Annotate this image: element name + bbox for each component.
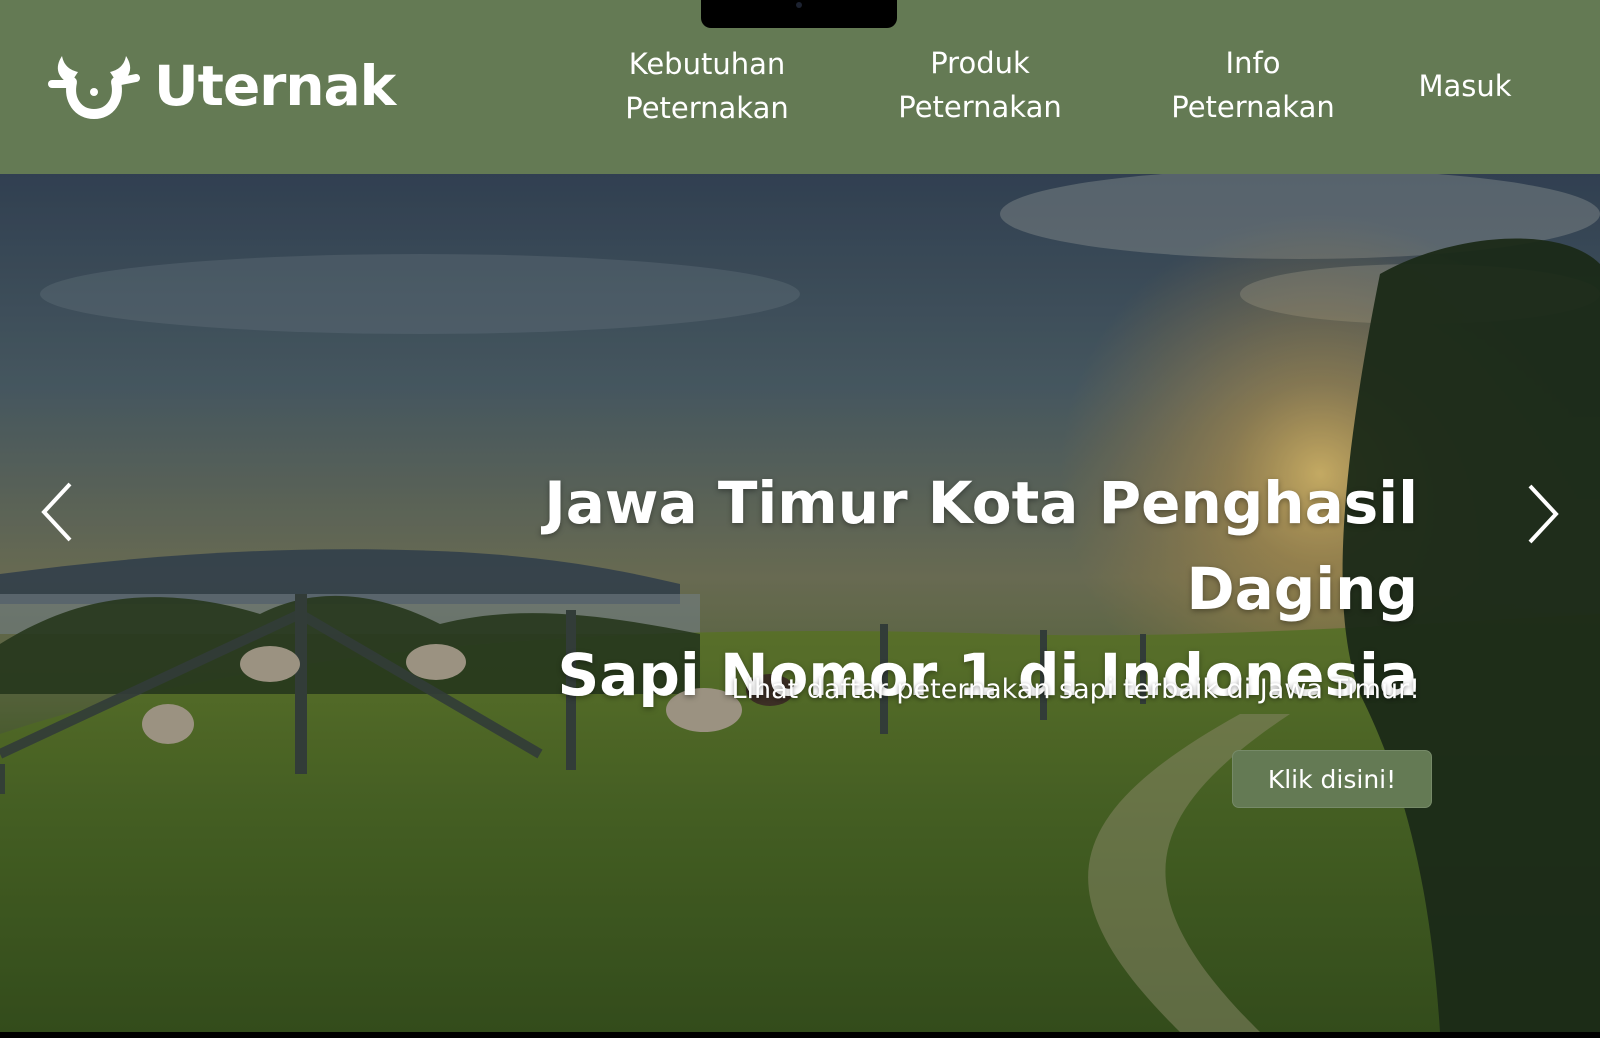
nav-produk-peternakan[interactable]: Produk Peternakan	[883, 41, 1077, 129]
nav-kebutuhan-line1: Kebutuhan	[628, 47, 786, 81]
chevron-left-icon	[41, 482, 72, 542]
brand-name: Uternak	[154, 53, 396, 118]
hero-subtitle: Lihat daftar peternakan sapi terbaik di …	[731, 674, 1420, 705]
carousel-next-button[interactable]	[1522, 482, 1562, 546]
nav-info-line1: Info	[1225, 46, 1281, 80]
hero-title-line1: Jawa Timur Kota Penghasil Daging	[544, 469, 1418, 623]
bull-horns-icon	[48, 56, 140, 120]
nav-info-peternakan[interactable]: Info Peternakan	[1156, 41, 1350, 129]
camera-notch	[701, 0, 897, 28]
chevron-right-icon	[1528, 484, 1559, 544]
carousel-prev-button[interactable]	[38, 480, 78, 544]
nav-info-line2: Peternakan	[1171, 90, 1335, 124]
hero-carousel: Jawa Timur Kota Penghasil Daging Sapi No…	[0, 174, 1600, 1032]
nav-kebutuhan-line2: Peternakan	[625, 91, 789, 125]
top-navbar: Uternak Kebutuhan Peternakan Produk Pete…	[0, 0, 1600, 174]
nav-produk-line2: Peternakan	[898, 90, 1062, 124]
brand-logo-link[interactable]: Uternak	[48, 48, 396, 124]
nav-masuk-link[interactable]: Masuk	[1405, 64, 1525, 108]
cta-button[interactable]: Klik disini!	[1232, 750, 1432, 808]
nav-produk-line1: Produk	[930, 46, 1030, 80]
nav-kebutuhan-peternakan[interactable]: Kebutuhan Peternakan	[610, 42, 804, 130]
camera-dot	[796, 2, 802, 8]
